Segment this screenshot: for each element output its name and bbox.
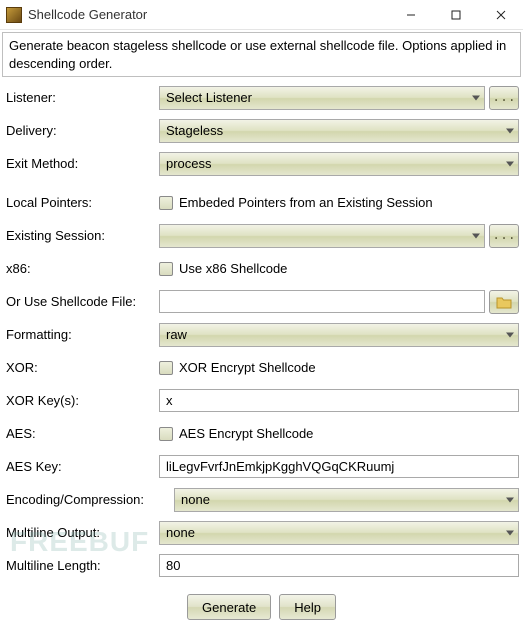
label-exit-method: Exit Method:	[4, 156, 159, 171]
row-encoding: Encoding/Compression: none	[4, 487, 519, 512]
row-shellcode-file: Or Use Shellcode File:	[4, 289, 519, 314]
exit-method-value: process	[166, 156, 212, 171]
chevron-down-icon	[472, 233, 480, 238]
generate-button[interactable]: Generate	[187, 594, 271, 620]
checkbox-icon	[159, 196, 173, 210]
folder-icon	[496, 295, 512, 309]
multiline-length-input[interactable]	[159, 554, 519, 577]
app-icon	[6, 7, 22, 23]
encoding-select[interactable]: none	[174, 488, 519, 512]
label-xor-keys: XOR Key(s):	[4, 393, 159, 408]
chevron-down-icon	[506, 128, 514, 133]
xor-text: XOR Encrypt Shellcode	[179, 360, 316, 375]
label-encoding: Encoding/Compression:	[4, 492, 174, 507]
footer: Generate Help	[4, 594, 519, 620]
label-x86: x86:	[4, 261, 159, 276]
row-xor-keys: XOR Key(s):	[4, 388, 519, 413]
row-aes-key: AES Key:	[4, 454, 519, 479]
existing-session-browse-button[interactable]: ...	[489, 224, 519, 248]
row-delivery: Delivery: Stageless	[4, 118, 519, 143]
shellcode-file-input[interactable]	[159, 290, 485, 313]
x86-text: Use x86 Shellcode	[179, 261, 287, 276]
label-shellcode-file: Or Use Shellcode File:	[4, 294, 159, 309]
existing-session-select[interactable]	[159, 224, 485, 248]
multiline-output-select[interactable]: none	[159, 521, 519, 545]
row-multiline-length: Multiline Length:	[4, 553, 519, 578]
help-label: Help	[294, 600, 321, 615]
minimize-icon	[406, 10, 416, 20]
label-aes-key: AES Key:	[4, 459, 159, 474]
row-multiline-output: Multiline Output: none	[4, 520, 519, 545]
description-box: Generate beacon stageless shellcode or u…	[2, 32, 521, 77]
xor-checkbox[interactable]: XOR Encrypt Shellcode	[159, 360, 316, 375]
delivery-select[interactable]: Stageless	[159, 119, 519, 143]
ellipsis-icon: ...	[492, 90, 515, 105]
checkbox-icon	[159, 361, 173, 375]
exit-method-select[interactable]: process	[159, 152, 519, 176]
chevron-down-icon	[506, 332, 514, 337]
label-formatting: Formatting:	[4, 327, 159, 342]
formatting-value: raw	[166, 327, 187, 342]
minimize-button[interactable]	[388, 0, 433, 30]
row-listener: Listener: Select Listener ...	[4, 85, 519, 110]
checkbox-icon	[159, 427, 173, 441]
aes-key-input[interactable]	[159, 455, 519, 478]
label-multiline-length: Multiline Length:	[4, 558, 159, 573]
listener-browse-button[interactable]: ...	[489, 86, 519, 110]
shellcode-file-browse-button[interactable]	[489, 290, 519, 314]
x86-checkbox[interactable]: Use x86 Shellcode	[159, 261, 287, 276]
label-listener: Listener:	[4, 90, 159, 105]
label-delivery: Delivery:	[4, 123, 159, 138]
row-aes: AES: AES Encrypt Shellcode	[4, 421, 519, 446]
listener-value: Select Listener	[166, 90, 252, 105]
row-xor: XOR: XOR Encrypt Shellcode	[4, 355, 519, 380]
formatting-select[interactable]: raw	[159, 323, 519, 347]
aes-text: AES Encrypt Shellcode	[179, 426, 313, 441]
row-local-pointers: Local Pointers: Embeded Pointers from an…	[4, 190, 519, 215]
chevron-down-icon	[506, 530, 514, 535]
row-existing-session: Existing Session: ...	[4, 223, 519, 248]
close-icon	[496, 10, 506, 20]
chevron-down-icon	[472, 95, 480, 100]
form: Listener: Select Listener ... Delivery: …	[0, 85, 523, 620]
label-multiline-output: Multiline Output:	[4, 525, 159, 540]
listener-select[interactable]: Select Listener	[159, 86, 485, 110]
checkbox-icon	[159, 262, 173, 276]
help-button[interactable]: Help	[279, 594, 336, 620]
label-existing-session: Existing Session:	[4, 228, 159, 243]
window-title: Shellcode Generator	[28, 7, 388, 22]
ellipsis-icon: ...	[492, 228, 515, 243]
delivery-value: Stageless	[166, 123, 223, 138]
row-x86: x86: Use x86 Shellcode	[4, 256, 519, 281]
row-formatting: Formatting: raw	[4, 322, 519, 347]
label-local-pointers: Local Pointers:	[4, 195, 159, 210]
generate-label: Generate	[202, 600, 256, 615]
row-exit-method: Exit Method: process	[4, 151, 519, 176]
local-pointers-text: Embeded Pointers from an Existing Sessio…	[179, 195, 433, 210]
label-xor: XOR:	[4, 360, 159, 375]
titlebar: Shellcode Generator	[0, 0, 523, 30]
maximize-icon	[451, 10, 461, 20]
label-aes: AES:	[4, 426, 159, 441]
multiline-output-value: none	[166, 525, 195, 540]
chevron-down-icon	[506, 497, 514, 502]
aes-checkbox[interactable]: AES Encrypt Shellcode	[159, 426, 313, 441]
close-button[interactable]	[478, 0, 523, 30]
local-pointers-checkbox[interactable]: Embeded Pointers from an Existing Sessio…	[159, 195, 433, 210]
chevron-down-icon	[506, 161, 514, 166]
xor-keys-input[interactable]	[159, 389, 519, 412]
encoding-value: none	[181, 492, 210, 507]
maximize-button[interactable]	[433, 0, 478, 30]
